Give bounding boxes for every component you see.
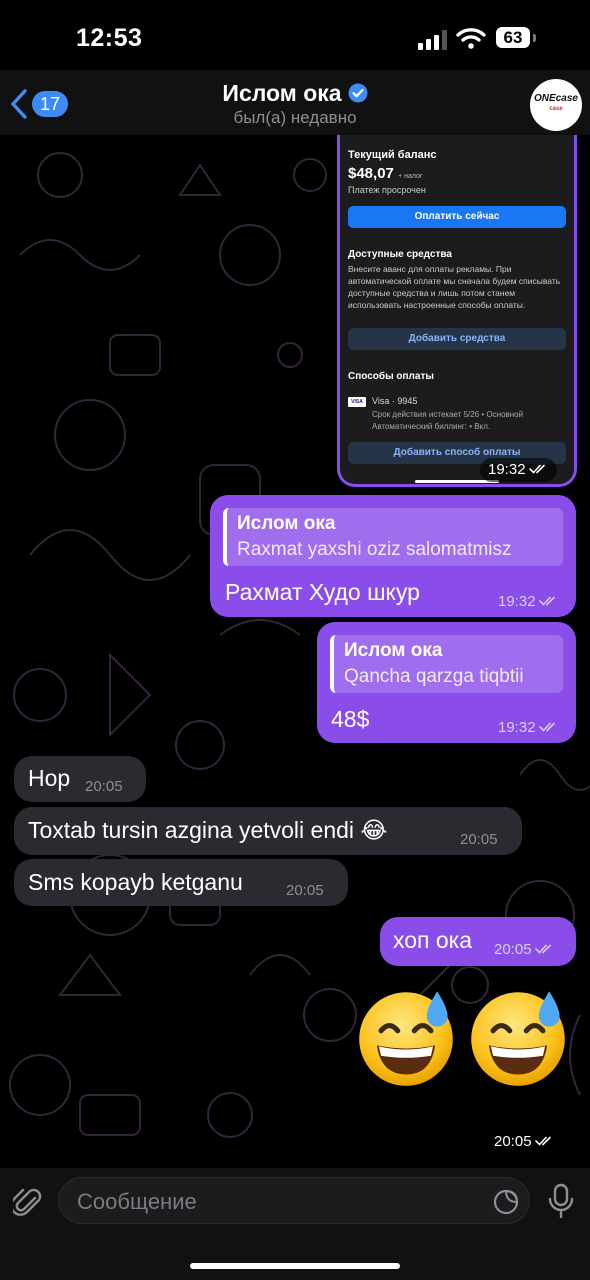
read-ticks-icon bbox=[538, 596, 555, 606]
battery-icon: 63 bbox=[496, 27, 530, 48]
message-time-text: 19:32 bbox=[498, 719, 536, 736]
status-time: 12:53 bbox=[76, 24, 143, 52]
message-time: 20:05 bbox=[286, 882, 324, 899]
message-time-text: 20:05 bbox=[494, 941, 532, 958]
attach-icon[interactable] bbox=[13, 1186, 43, 1220]
message-time: 19:32 bbox=[498, 593, 559, 610]
read-ticks-icon bbox=[534, 1136, 551, 1146]
outgoing-message[interactable]: Ислом ока Raxmat yaxshi oziz salomatmisz… bbox=[210, 495, 576, 617]
balance-tax: + налог bbox=[398, 173, 423, 180]
message-text: Toxtab tursin azgina yetvoli endi 😂 bbox=[28, 817, 388, 843]
payment-methods-title: Способы оплаты bbox=[348, 371, 434, 382]
payment-overdue: Платеж просрочен bbox=[348, 185, 426, 195]
read-ticks-icon bbox=[538, 722, 555, 732]
add-funds-button: Добавить средства bbox=[348, 328, 566, 350]
message-text: Hop bbox=[28, 765, 71, 791]
emoji-message-time: 20:05 bbox=[486, 1130, 563, 1154]
balance-value: $48,07 bbox=[348, 165, 394, 182]
message-input[interactable]: Сообщение bbox=[58, 1177, 530, 1224]
message-time: 20:05 bbox=[494, 941, 555, 958]
funds-title: Доступные средства bbox=[348, 249, 452, 260]
reply-quote[interactable]: Ислом ока Qancha qarzga tiqbtii bbox=[330, 635, 563, 693]
incoming-message[interactable]: Toxtab tursin azgina yetvoli endi 😂 20:0… bbox=[14, 807, 522, 855]
avatar[interactable]: ONEcase case bbox=[530, 79, 582, 131]
message-input-placeholder: Сообщение bbox=[77, 1189, 197, 1214]
message-text: Sms kopayb ketganu bbox=[28, 869, 243, 895]
avatar-logo-sub: case bbox=[549, 106, 563, 112]
pay-now-button: Оплатить сейчас bbox=[348, 206, 566, 228]
signal-icon bbox=[418, 30, 447, 50]
chat-header: 17 Ислом ока был(а) недавно ONEcase case bbox=[0, 70, 590, 135]
chat-subtitle: был(а) недавно bbox=[233, 108, 357, 127]
sweat-smile-emoji[interactable] bbox=[466, 985, 570, 1089]
reply-quote-author: Ислом ока bbox=[237, 513, 336, 534]
verified-icon bbox=[348, 83, 368, 103]
message-time: 19:32 bbox=[498, 719, 559, 736]
read-ticks-icon bbox=[534, 944, 551, 954]
visa-logo: VISA bbox=[348, 397, 366, 407]
outgoing-message[interactable]: хоп ока 20:05 bbox=[380, 917, 576, 966]
status-bar: 12:53 63 bbox=[0, 0, 590, 70]
chat-title[interactable]: Ислом ока bbox=[0, 80, 590, 107]
message-input-bar: Сообщение bbox=[0, 1168, 590, 1280]
avatar-logo-text: ONEcase bbox=[534, 93, 578, 104]
sticker-icon[interactable] bbox=[493, 1189, 519, 1215]
wifi-icon bbox=[456, 28, 486, 49]
visa-card: Visa · 9945 bbox=[372, 396, 418, 406]
image-message[interactable]: Текущий баланс $48,07 + налог Платеж про… bbox=[337, 135, 577, 487]
chat-title-text: Ислом ока bbox=[222, 80, 342, 106]
reply-quote[interactable]: Ислом ока Raxmat yaxshi oziz salomatmisz bbox=[223, 508, 563, 566]
balance-amount: $48,07 + налог bbox=[348, 165, 422, 182]
mic-icon[interactable] bbox=[547, 1183, 575, 1219]
reply-quote-text: Raxmat yaxshi oziz salomatmisz bbox=[237, 539, 512, 560]
home-indicator bbox=[190, 1263, 400, 1269]
emoji-time-text: 20:05 bbox=[494, 1133, 532, 1150]
incoming-message[interactable]: Hop 20:05 bbox=[14, 756, 146, 802]
read-ticks-icon bbox=[528, 464, 545, 474]
reply-quote-text: Qancha qarzga tiqbtii bbox=[344, 666, 524, 687]
visa-detail: Срок действия истекает 5/26 • Основной А… bbox=[372, 410, 524, 431]
message-text: 48$ bbox=[331, 706, 370, 732]
outgoing-message[interactable]: Ислом ока Qancha qarzga tiqbtii 48$ 19:3… bbox=[317, 622, 576, 743]
message-time: 20:05 bbox=[460, 831, 498, 848]
reply-quote-author: Ислом ока bbox=[344, 640, 443, 661]
message-text: хоп ока bbox=[393, 927, 473, 953]
incoming-message[interactable]: Sms kopayb ketganu 20:05 bbox=[14, 859, 348, 906]
battery-cap bbox=[533, 34, 536, 42]
funds-text: Внесите аванс для оплаты рекламы. При ав… bbox=[348, 264, 561, 310]
message-time: 20:05 bbox=[85, 778, 123, 795]
message-time-text: 19:32 bbox=[498, 593, 536, 610]
image-message-time: 19:32 bbox=[480, 458, 557, 482]
image-time-text: 19:32 bbox=[488, 461, 526, 478]
sweat-smile-emoji[interactable] bbox=[354, 985, 458, 1089]
message-text: Рахмат Худо шкур bbox=[225, 579, 420, 605]
balance-title: Текущий баланс bbox=[348, 149, 437, 161]
